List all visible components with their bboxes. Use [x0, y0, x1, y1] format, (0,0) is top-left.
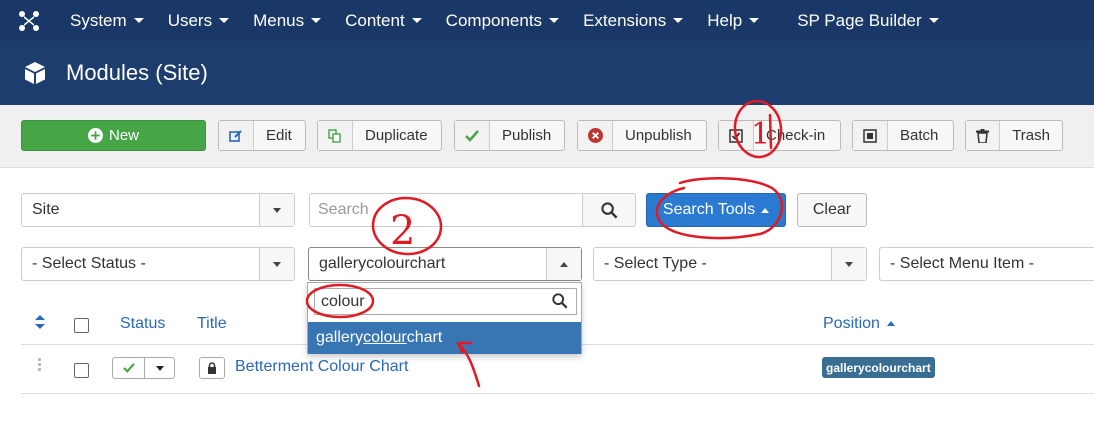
- dropdown-search-input[interactable]: [314, 288, 577, 315]
- checkbox-icon: [719, 121, 754, 150]
- page-title: Modules (Site): [66, 60, 208, 85]
- publish-button[interactable]: Publish: [454, 120, 565, 151]
- search-icon: [600, 201, 617, 218]
- search-input[interactable]: [309, 193, 583, 227]
- nav-content[interactable]: Content: [333, 0, 434, 41]
- chevron-down-icon: [259, 248, 294, 280]
- dropdown-option[interactable]: gallery colour chart: [308, 322, 581, 354]
- search-button[interactable]: [582, 193, 636, 227]
- position-dropdown: gallerycolourchart: [307, 282, 582, 354]
- sort-ascending-icon: [887, 321, 896, 327]
- sort-icon[interactable]: [34, 315, 46, 329]
- search-tools-button[interactable]: Search Tools: [646, 193, 786, 227]
- trash-icon: [966, 121, 1001, 150]
- caret-down-icon: [311, 18, 322, 23]
- page-header: Modules (Site): [0, 41, 1094, 105]
- caret-down-icon: [133, 18, 144, 23]
- nav-users[interactable]: Users: [156, 0, 241, 41]
- check-icon: [455, 121, 490, 150]
- chevron-up-icon: [546, 248, 581, 280]
- row-divider: [21, 393, 1094, 394]
- module-title-link[interactable]: Betterment Colour Chart: [235, 358, 408, 376]
- unpublish-button[interactable]: Unpublish: [577, 120, 707, 151]
- trash-button[interactable]: Trash: [965, 120, 1063, 151]
- lock-icon[interactable]: [199, 357, 225, 379]
- menu-item-select[interactable]: - Select Menu Item -: [879, 247, 1094, 281]
- caret-down-icon: [549, 18, 560, 23]
- toolbar: New Edit Duplicate Publish Unpublish Che…: [0, 105, 1094, 168]
- caret-down-icon: [928, 18, 939, 23]
- top-navbar: System Users Menus Content Components Ex…: [0, 0, 1094, 41]
- nav-components[interactable]: Components: [434, 0, 571, 41]
- caret-down-icon: [411, 18, 422, 23]
- caret-down-icon: [219, 18, 230, 23]
- status-select[interactable]: - Select Status -: [21, 247, 295, 281]
- nav-help[interactable]: Help: [695, 0, 771, 41]
- status-dropdown-caret-icon[interactable]: [145, 358, 174, 378]
- position-column-header[interactable]: Position: [823, 315, 896, 333]
- status-column-header[interactable]: Status: [120, 315, 165, 333]
- duplicate-button[interactable]: Duplicate: [317, 120, 442, 151]
- chevron-down-icon: [831, 248, 866, 280]
- position-select[interactable]: gallerycolourchart: [308, 247, 582, 281]
- client-select[interactable]: Site: [21, 193, 295, 227]
- title-column-header[interactable]: Title: [197, 315, 227, 333]
- select-all-checkbox[interactable]: [74, 318, 89, 333]
- chevron-down-icon: [259, 194, 294, 226]
- nav-menus[interactable]: Menus: [241, 0, 333, 41]
- status-toggle[interactable]: [112, 357, 175, 379]
- position-badge: gallerycolourchart: [822, 357, 935, 378]
- cube-icon: [25, 62, 45, 84]
- drag-handle-icon[interactable]: [37, 357, 43, 373]
- caret-down-icon: [749, 18, 760, 23]
- row-checkbox[interactable]: [74, 363, 89, 378]
- search-icon: [552, 293, 568, 309]
- caret-down-icon: [673, 18, 684, 23]
- batch-icon: [853, 121, 888, 150]
- nav-system[interactable]: System: [58, 0, 156, 41]
- nav-sp-page-builder[interactable]: SP Page Builder: [785, 0, 950, 41]
- published-check-icon[interactable]: [113, 358, 145, 378]
- joomla-logo-icon[interactable]: [0, 0, 58, 41]
- nav-extensions[interactable]: Extensions: [571, 0, 695, 41]
- clear-button[interactable]: Clear: [797, 193, 867, 227]
- new-button[interactable]: New: [21, 120, 206, 151]
- edit-button[interactable]: Edit: [218, 120, 306, 151]
- check-in-button[interactable]: Check-in: [718, 120, 841, 151]
- type-select[interactable]: - Select Type -: [593, 247, 867, 281]
- edit-icon: [219, 121, 254, 150]
- copy-icon: [318, 121, 353, 150]
- batch-button[interactable]: Batch: [852, 120, 954, 151]
- plus-circle-icon: [87, 128, 103, 143]
- unpublish-x-icon: [578, 121, 613, 150]
- caret-up-icon: [761, 207, 770, 213]
